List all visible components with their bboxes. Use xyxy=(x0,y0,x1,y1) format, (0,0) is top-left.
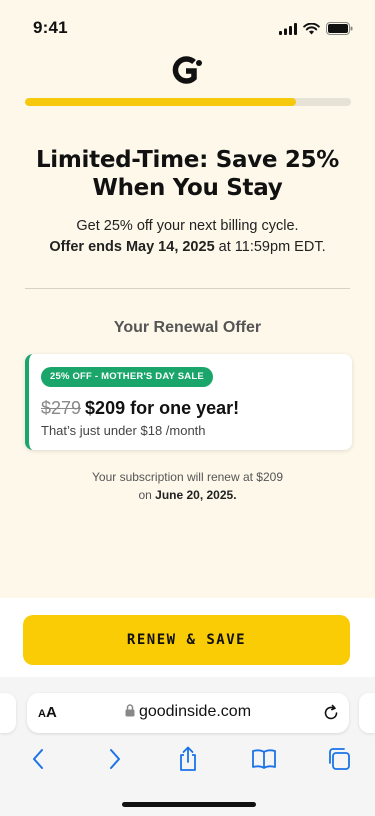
offer-end-date: Offer ends May 14, 2025 xyxy=(49,239,215,255)
address-bar[interactable]: AA goodinside.com xyxy=(27,693,349,733)
battery-icon xyxy=(326,22,353,35)
headline-line-1: Limited-Time: Save 25% xyxy=(35,147,340,173)
share-icon[interactable] xyxy=(175,746,201,772)
url-text: goodinside.com xyxy=(138,703,252,720)
renewal-date: June 20, 2025. xyxy=(155,488,237,502)
forward-icon[interactable] xyxy=(101,746,127,772)
status-time: 9:41 xyxy=(33,18,68,37)
page-title: Limited-Time: Save 25% When You Stay xyxy=(0,146,375,202)
renewal-note-line-1: Your subscription will renew at $209 xyxy=(92,470,283,484)
logo-icon xyxy=(172,56,202,84)
renew-and-save-button[interactable]: RENEW & SAVE xyxy=(23,615,350,665)
old-price: $279 xyxy=(41,398,82,418)
renewal-offer-card: 25% OFF - MOTHER'S DAY SALE $279 $209 for… xyxy=(25,354,352,450)
progress-bar xyxy=(25,98,351,106)
signal-icon xyxy=(279,22,297,35)
bookmarks-icon[interactable] xyxy=(251,746,277,772)
status-icons xyxy=(279,22,353,35)
progress-fill xyxy=(25,98,296,106)
url-display[interactable]: goodinside.com xyxy=(27,703,349,721)
reload-icon[interactable] xyxy=(322,704,340,722)
new-price: $209 for one year! xyxy=(85,398,240,418)
renewal-note: Your subscription will renew at $209 on … xyxy=(0,468,375,504)
monthly-price-note: That’s just under $18 /month xyxy=(41,423,206,438)
divider xyxy=(25,288,350,289)
next-tab-peek[interactable] xyxy=(359,693,375,733)
offer-subtext: Get 25% off your next billing cycle. Off… xyxy=(0,216,375,258)
offer-end-time: at 11:59pm EDT. xyxy=(214,239,326,255)
offer-section-title: Your Renewal Offer xyxy=(113,319,262,336)
status-bar: 9:41 xyxy=(0,0,375,54)
sale-badge: 25% OFF - MOTHER'S DAY SALE xyxy=(41,367,213,387)
back-icon[interactable] xyxy=(26,746,52,772)
previous-tab-peek[interactable] xyxy=(0,693,16,733)
tabs-icon[interactable] xyxy=(326,746,352,772)
renewal-note-prefix: on xyxy=(138,488,156,502)
wifi-icon xyxy=(303,22,320,34)
subtext-line-1: Get 25% off your next billing cycle. xyxy=(76,218,299,234)
browser-toolbar xyxy=(0,746,375,772)
headline-line-2: When You Stay xyxy=(92,175,283,201)
price-line: $279 $209 for one year! xyxy=(41,398,239,419)
lock-icon xyxy=(125,704,135,717)
home-indicator xyxy=(122,802,256,807)
